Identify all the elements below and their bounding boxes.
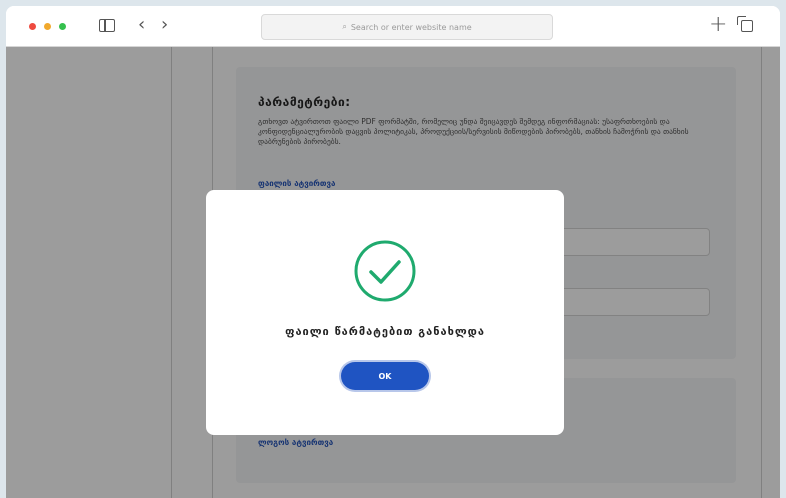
maximize-window-button[interactable] bbox=[59, 23, 66, 30]
browser-toolbar: ‹ › ⌕ Search or enter website name + bbox=[6, 6, 780, 47]
page-content: პარამეტრები: გთხოვთ ატვირთოთ ფაილი PDF ფ… bbox=[6, 47, 780, 498]
tab-overview-icon[interactable] bbox=[737, 16, 753, 32]
address-bar[interactable]: ⌕ Search or enter website name bbox=[261, 14, 553, 40]
ok-button[interactable]: OK bbox=[341, 362, 429, 390]
sidebar-toggle-icon[interactable] bbox=[99, 19, 115, 32]
success-check-icon bbox=[354, 240, 416, 302]
forward-arrow-icon[interactable]: › bbox=[161, 14, 168, 35]
success-dialog: ფაილი წარმატებით განახლდა OK bbox=[206, 190, 564, 435]
success-message: ფაილი წარმატებით განახლდა bbox=[285, 325, 485, 338]
search-icon: ⌕ bbox=[342, 22, 347, 31]
new-tab-icon[interactable]: + bbox=[709, 12, 727, 37]
minimize-window-button[interactable] bbox=[44, 23, 51, 30]
back-arrow-icon[interactable]: ‹ bbox=[138, 14, 145, 35]
close-window-button[interactable] bbox=[29, 23, 36, 30]
address-placeholder: Search or enter website name bbox=[350, 22, 472, 32]
browser-window: ‹ › ⌕ Search or enter website name + პარ… bbox=[6, 6, 780, 498]
